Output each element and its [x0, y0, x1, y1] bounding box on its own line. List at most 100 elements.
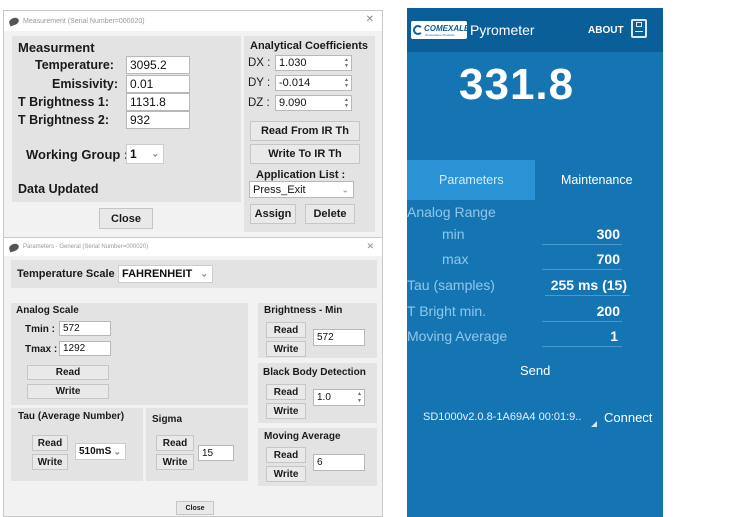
- assign-button[interactable]: Assign: [250, 204, 296, 224]
- tmax-field[interactable]: 1292: [59, 341, 111, 356]
- analog-range-label: Analog Range: [407, 204, 496, 220]
- temperature-reading: 331.8: [459, 60, 575, 109]
- brand-name: COMEXALE: [424, 24, 470, 33]
- brightness-min-field[interactable]: 572: [313, 329, 365, 346]
- temperature-scale-value: FAHRENHEIT: [122, 268, 193, 280]
- chevron-down-icon: ⌄: [113, 446, 121, 456]
- emissivity-field: 0.01: [126, 75, 190, 93]
- tau-heading: Tau (Average Number): [18, 411, 125, 422]
- black-body-value: 1.0: [317, 392, 331, 403]
- min-label: min: [442, 226, 465, 242]
- moving-average-label: Moving Average: [407, 328, 508, 344]
- dy-stepper[interactable]: -0.014 ▲ ▼: [275, 75, 352, 91]
- working-group-value: 1: [130, 147, 137, 161]
- analog-write-button[interactable]: Write: [27, 384, 109, 399]
- read-from-ir-button[interactable]: Read From IR Th: [250, 121, 360, 141]
- window-title: Measurement (Serial Number=000020): [23, 17, 145, 25]
- brand-logo: COMEXALE Temperature Products: [411, 21, 470, 39]
- black-body-heading: Black Body Detection: [263, 367, 366, 378]
- max-label: max: [442, 251, 469, 267]
- brand-swoosh-icon: [413, 25, 423, 35]
- coefficients-heading: Analytical Coefficients: [250, 40, 368, 52]
- dz-stepper[interactable]: 9.090 ▲ ▼: [275, 95, 352, 111]
- dx-stepper[interactable]: 1.030 ▲ ▼: [275, 55, 352, 71]
- tau-select[interactable]: 510mS ⌄: [75, 443, 126, 460]
- moving-average-value[interactable]: 1: [610, 328, 618, 344]
- tmin-field[interactable]: 572: [59, 321, 111, 336]
- tab-maintenance-label: Maintenance: [561, 173, 633, 187]
- sigma-write-button[interactable]: Write: [156, 454, 194, 470]
- t-brightness-1-label: T Brightness 1:: [18, 95, 109, 109]
- save-icon[interactable]: [631, 19, 647, 38]
- dropdown-corner-icon: [591, 421, 597, 427]
- brightness-min-heading: Brightness - Min: [264, 305, 343, 316]
- measurement-window: Measurement (Serial Number=000020) ✕ Mea…: [3, 10, 383, 238]
- black-body-stepper[interactable]: 1.0 ▲ ▼: [313, 389, 365, 406]
- dz-value: 9.090: [279, 97, 307, 109]
- parameters-window: Parameters - General (Serial Number=0000…: [3, 237, 383, 517]
- parameters-close-button[interactable]: Close: [176, 501, 214, 515]
- close-icon[interactable]: ✕: [366, 14, 374, 25]
- app-icon: [8, 242, 20, 252]
- spin-arrows-icon[interactable]: ▲ ▼: [343, 77, 350, 89]
- measurement-heading: Measurment: [18, 40, 95, 55]
- tmin-label: Tmin :: [25, 324, 55, 335]
- write-to-ir-button[interactable]: Write To IR Th: [250, 144, 360, 164]
- min-underline: [542, 244, 622, 245]
- working-group-label: Working Group :: [26, 147, 129, 162]
- close-icon[interactable]: ✕: [366, 241, 374, 252]
- max-value[interactable]: 700: [597, 251, 620, 267]
- measurement-titlebar: Measurement (Serial Number=000020) ✕: [4, 11, 382, 31]
- t-brightness-1-field: 1131.8: [126, 93, 190, 111]
- tau-value: 510mS: [79, 446, 112, 457]
- tau-write-button[interactable]: Write: [32, 454, 68, 470]
- analog-read-button[interactable]: Read: [27, 365, 109, 380]
- spin-arrows-icon[interactable]: ▲ ▼: [356, 391, 363, 404]
- sigma-field[interactable]: 15: [198, 445, 234, 461]
- analog-scale-heading: Analog Scale: [16, 305, 79, 316]
- temperature-scale-select[interactable]: FAHRENHEIT ⌄: [118, 265, 213, 283]
- connect-button[interactable]: Connect: [604, 410, 652, 425]
- black-body-write-button[interactable]: Write: [266, 403, 306, 419]
- t-bright-min-value[interactable]: 200: [597, 303, 620, 319]
- t-bright-underline: [542, 321, 622, 322]
- chevron-down-icon: ⌄: [151, 148, 159, 159]
- tmax-label: Tmax :: [25, 344, 58, 355]
- delete-button[interactable]: Delete: [305, 204, 355, 224]
- working-group-select[interactable]: 1 ⌄: [126, 144, 164, 164]
- save-icon-slot: [636, 22, 642, 27]
- tau-read-button[interactable]: Read: [32, 435, 68, 451]
- moving-average-write-button[interactable]: Write: [266, 466, 306, 482]
- tau-samples-value[interactable]: 255 ms (15): [551, 277, 627, 293]
- moving-average-read-button[interactable]: Read: [266, 447, 306, 463]
- tab-maintenance[interactable]: Maintenance: [535, 160, 663, 200]
- t-brightness-2-field: 932: [126, 111, 190, 129]
- app-icon: [8, 16, 20, 26]
- spin-arrows-icon[interactable]: ▲ ▼: [343, 57, 350, 69]
- dx-value: 1.030: [279, 57, 307, 69]
- emissivity-label: Emissivity:: [52, 77, 119, 91]
- max-underline: [542, 269, 622, 270]
- min-value[interactable]: 300: [597, 226, 620, 242]
- device-selector[interactable]: SD1000v2.0.8-1A69A4 00:01:9..: [423, 411, 581, 423]
- application-list-label: Application List :: [256, 169, 346, 181]
- application-list-value: Press_Exit: [253, 183, 306, 196]
- temperature-label: Temperature:: [35, 58, 114, 72]
- moving-average-heading: Moving Average: [264, 431, 341, 442]
- spin-arrows-icon[interactable]: ▲ ▼: [343, 97, 350, 109]
- application-list-select[interactable]: Press_Exit ⌄: [249, 181, 354, 198]
- brightness-write-button[interactable]: Write: [266, 341, 306, 357]
- tab-parameters[interactable]: Parameters: [407, 160, 535, 200]
- send-button[interactable]: Send: [520, 363, 550, 378]
- parameters-titlebar: Parameters - General (Serial Number=0000…: [4, 238, 382, 256]
- tab-parameters-label: Parameters: [439, 173, 504, 187]
- about-button[interactable]: ABOUT: [588, 25, 624, 36]
- black-body-read-button[interactable]: Read: [266, 384, 306, 400]
- t-brightness-2-label: T Brightness 2:: [18, 113, 109, 127]
- brightness-read-button[interactable]: Read: [266, 322, 306, 338]
- window-title: Parameters - General (Serial Number=0000…: [23, 244, 149, 250]
- close-button[interactable]: Close: [99, 208, 153, 229]
- sigma-read-button[interactable]: Read: [156, 435, 194, 451]
- temperature-scale-label: Temperature Scale :: [17, 268, 122, 280]
- moving-average-field[interactable]: 6: [313, 454, 365, 471]
